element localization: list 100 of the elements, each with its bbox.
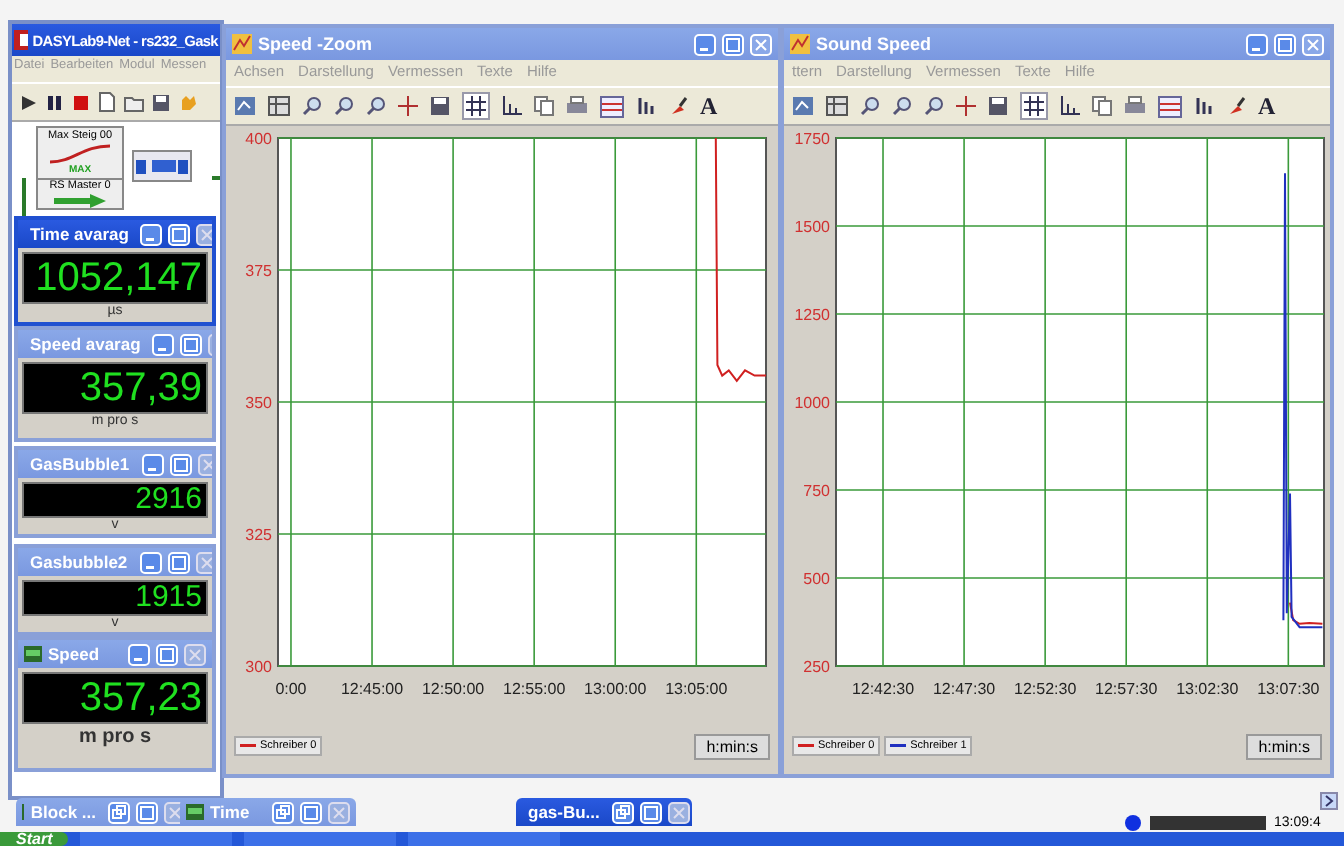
window-title: Time avarag (30, 224, 129, 244)
restore-icon[interactable] (272, 801, 294, 823)
maximize-icon[interactable] (180, 333, 203, 355)
minimize-icon[interactable] (152, 333, 175, 355)
maximize-icon[interactable] (639, 801, 662, 823)
axis-label: 12:57:30 (1095, 680, 1158, 698)
axis-label: 12:50:00 (421, 680, 485, 698)
axis-label: 400 (245, 130, 272, 148)
bars-icon[interactable] (636, 96, 656, 116)
display-value: 1052,147 (35, 256, 202, 300)
units-label: h:min:s (694, 733, 770, 759)
brush-icon[interactable] (668, 96, 688, 116)
maximize-icon[interactable] (169, 453, 192, 475)
zoom-icon[interactable] (860, 96, 880, 116)
axis-label: 1750 (794, 130, 830, 148)
window-title: Block ... (30, 802, 96, 822)
cursor-icon[interactable] (398, 96, 418, 116)
page-icon[interactable] (98, 92, 116, 112)
pause-icon[interactable] (46, 93, 64, 111)
module-block[interactable] (132, 150, 192, 182)
axis-label: 325 (245, 526, 272, 544)
app-icon (14, 30, 29, 50)
window-title: GasBubble1 (30, 454, 130, 474)
minimize-icon[interactable] (140, 223, 163, 245)
axis-label: 13:02:30 (1176, 680, 1239, 698)
minimize-icon[interactable] (128, 643, 150, 665)
legend-swatch (890, 742, 907, 750)
maximize-icon[interactable] (722, 33, 744, 55)
maximize-icon[interactable] (167, 551, 190, 573)
table-icon[interactable] (826, 96, 848, 116)
restore-icon[interactable] (108, 801, 130, 823)
maximize-icon[interactable] (168, 223, 191, 245)
printer-icon[interactable] (566, 96, 588, 116)
axis-label: 300 (245, 658, 272, 676)
minimize-icon[interactable] (139, 551, 162, 573)
zoom-icon[interactable] (924, 96, 944, 116)
layout-icon[interactable] (1158, 95, 1182, 117)
display-value: 357,23 (79, 676, 202, 720)
display-value: 1915 (135, 580, 202, 614)
axis-label: 1500 (794, 218, 830, 236)
window-title: Gasbubble2 (30, 552, 128, 572)
maximize-icon[interactable] (300, 801, 322, 823)
grid-icon[interactable] (1020, 92, 1048, 120)
zoom-icon[interactable] (892, 96, 912, 116)
scroll-right-icon[interactable] (1320, 792, 1338, 810)
zoom-icon[interactable] (302, 96, 322, 116)
legend-swatch (240, 742, 256, 750)
cursor-icon[interactable] (956, 96, 976, 116)
window-title: Speed (48, 644, 100, 664)
minimized-window[interactable]: gas-Bu... (516, 798, 692, 826)
window-title: Time (210, 802, 250, 822)
restore-icon[interactable] (611, 801, 634, 823)
axis-label: 12:45:00 (340, 680, 404, 698)
start-button[interactable]: Start (0, 832, 69, 846)
axis-label: 12:47:30 (932, 680, 996, 698)
window-title: gas-Bu... (528, 802, 600, 822)
close-icon[interactable] (667, 801, 690, 823)
minimize-icon[interactable] (1246, 33, 1268, 55)
curve-icon (46, 144, 114, 164)
printer-icon[interactable] (1124, 96, 1146, 116)
axis-icon[interactable] (1060, 96, 1080, 116)
minimize-icon[interactable] (694, 33, 716, 55)
maximize-icon[interactable] (1274, 33, 1296, 55)
maximize-icon[interactable] (136, 801, 158, 823)
save-icon[interactable] (152, 93, 170, 111)
axis-label: 1250 (794, 306, 830, 324)
close-icon[interactable] (196, 223, 212, 245)
stop-icon[interactable] (72, 93, 90, 111)
save-icon[interactable] (430, 96, 450, 116)
brush-icon[interactable] (1226, 96, 1246, 116)
axis-icon[interactable] (502, 96, 522, 116)
axis-label: 13:07:30 (1257, 680, 1320, 698)
axis-label: 13:00:00 (584, 680, 647, 698)
table-icon[interactable] (268, 96, 290, 116)
bars-icon[interactable] (1194, 96, 1214, 116)
minimized-window[interactable]: Time (180, 798, 356, 826)
axis-label: 13:05:00 (665, 680, 728, 698)
zoom-icon[interactable] (366, 96, 386, 116)
zoom-icon[interactable] (334, 96, 354, 116)
axis-label: 375 (245, 262, 272, 280)
minimize-icon[interactable] (141, 453, 164, 475)
font-button[interactable]: A (700, 91, 718, 121)
layout-icon[interactable] (600, 95, 624, 117)
copy-icon[interactable] (1092, 96, 1112, 116)
axis-label: 0:00 (275, 680, 307, 698)
font-button[interactable]: A (1258, 91, 1276, 121)
progress-bar (1150, 816, 1266, 830)
grid-icon[interactable] (462, 92, 490, 120)
legend-swatch (798, 742, 814, 750)
window-title: Sound Speed (816, 34, 932, 54)
copy-icon[interactable] (534, 96, 554, 116)
display-value: 2916 (135, 482, 202, 516)
window-title: Speed -Zoom (258, 34, 373, 54)
save-icon[interactable] (988, 96, 1008, 116)
play-icon[interactable] (20, 93, 38, 111)
axis-label: 12:42:30 (851, 680, 915, 698)
axis-label: 350 (245, 394, 272, 412)
maximize-icon[interactable] (156, 643, 178, 665)
units-label: h:min:s (1246, 733, 1322, 759)
folder-icon[interactable] (124, 93, 144, 111)
